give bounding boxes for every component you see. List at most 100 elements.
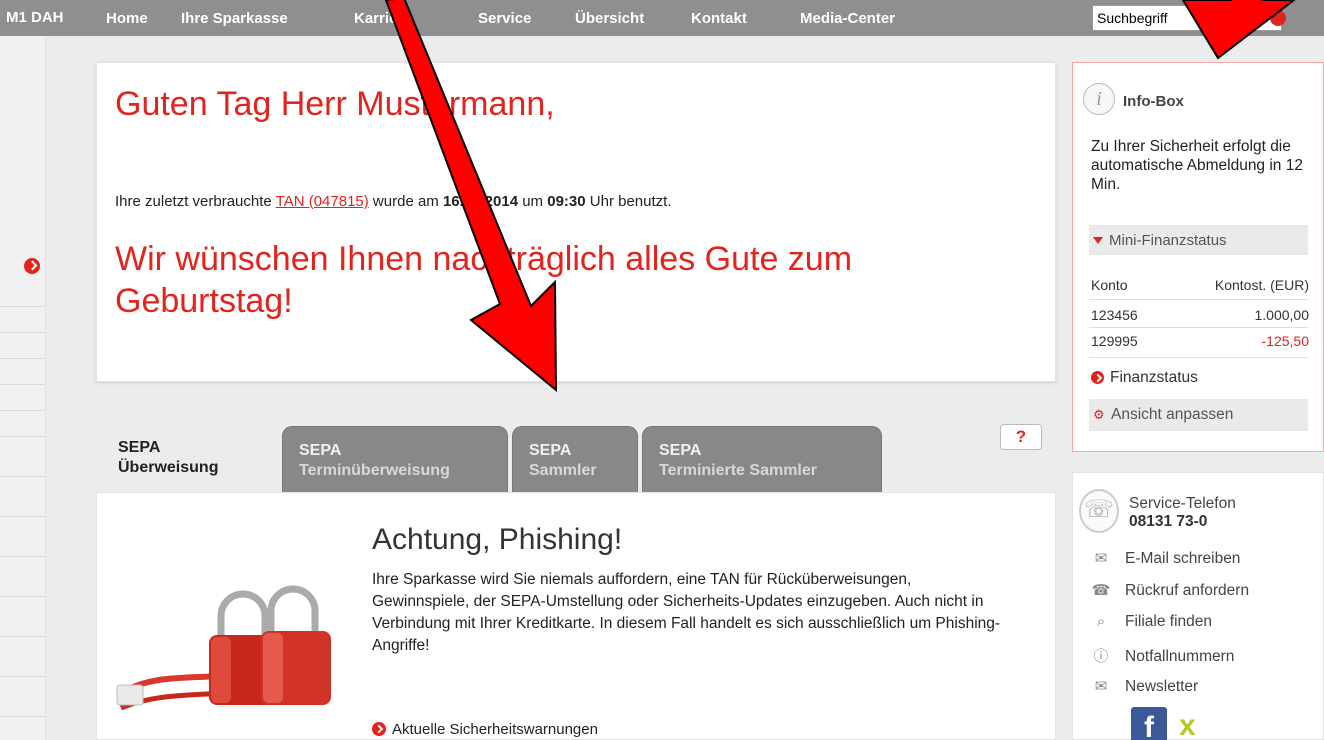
finanzstatus-label: Finanzstatus [1110, 369, 1198, 386]
tan-date: 16.03.2014 [442, 193, 519, 210]
account-number: 123456 [1091, 307, 1138, 323]
col-konto: Konto [1091, 277, 1128, 293]
nav-karriere[interactable]: Karriere [354, 10, 412, 27]
tab-line1: SEPA [118, 439, 161, 456]
tab-line1: SEPA [529, 442, 572, 459]
divider [0, 306, 46, 307]
email-label: E-Mail schreiben [1125, 550, 1241, 567]
tan-text-um: um [518, 193, 548, 210]
security-warnings-label: Aktuelle Sicherheitswarnungen [392, 721, 598, 738]
help-button[interactable]: ? [1000, 424, 1042, 450]
chevron-down-icon [1093, 237, 1103, 244]
search-icon[interactable] [1270, 10, 1286, 26]
account-row[interactable]: 123456 1.000,00 [1091, 307, 1309, 323]
tab-line1: SEPA [659, 442, 702, 459]
divider [0, 332, 46, 333]
finanzstatus-link[interactable]: Finanzstatus [1091, 369, 1198, 387]
divider [0, 384, 46, 385]
greeting-title: Guten Tag Herr Mustermann, [115, 85, 555, 123]
info-icon: i [1083, 83, 1115, 115]
col-kontostand: Kontost. (EUR) [1214, 277, 1309, 293]
mini-finanzstatus-header[interactable]: Mini-Finanzstatus [1089, 225, 1308, 255]
brand-label: M1 DAH [6, 9, 64, 26]
divider [0, 596, 46, 597]
service-phone-label: Service-Telefon [1129, 495, 1236, 512]
nav-ihre-sparkasse[interactable]: Ihre Sparkasse [181, 10, 288, 27]
search-input[interactable] [1092, 5, 1282, 31]
account-balance: 1.000,00 [1254, 307, 1310, 323]
gear-icon: ⚙ [1093, 407, 1105, 422]
divider [0, 436, 46, 437]
tab-sepa-ueberweisung[interactable]: SEPA Überweisung [96, 410, 278, 500]
divider [0, 410, 46, 411]
divider [0, 358, 46, 359]
tab-line2: Überweisung [118, 459, 219, 476]
callback-label: Rückruf anfordern [1125, 582, 1250, 599]
tab-sepa-sammler[interactable]: SEPA Sammler [512, 426, 638, 492]
email-link[interactable]: ✉ E-Mail schreiben [1091, 549, 1241, 568]
tab-line2: Terminüberweisung [299, 462, 450, 479]
tan-time: 09:30 [547, 193, 586, 210]
callback-icon: ☎ [1091, 582, 1111, 599]
newsletter-label: Newsletter [1125, 678, 1199, 695]
divider [0, 476, 46, 477]
divider [0, 716, 46, 717]
divider [1089, 357, 1308, 358]
top-navigation: M1 DAH Home Ihre Sparkasse Karriere Serv… [0, 0, 1324, 36]
tan-link[interactable]: TAN (047815) [276, 193, 369, 210]
tab-sepa-terminierte-sammler[interactable]: SEPA Terminierte Sammler [642, 426, 882, 492]
newsletter-icon: ✉ [1094, 678, 1108, 695]
nav-kontakt[interactable]: Kontakt [691, 10, 747, 27]
divider [0, 516, 46, 517]
divider [1089, 299, 1308, 300]
phishing-text: Ihre Sparkasse wird Sie niemals aufforde… [372, 571, 1001, 654]
divider [1089, 327, 1308, 328]
divider [0, 556, 46, 557]
service-box: ☏ Service-Telefon 08131 73-0 ✉ E-Mail sch… [1072, 472, 1324, 740]
magnifier-icon: ⌕ [1096, 613, 1106, 630]
emergency-numbers-link[interactable]: ⓘ Notfallnummern [1091, 645, 1234, 666]
branch-finder-link[interactable]: ⌕ Filiale finden [1091, 613, 1212, 631]
mail-icon: ✉ [1094, 550, 1108, 567]
phone-icon: ☏ [1079, 489, 1119, 533]
facebook-icon[interactable]: f [1131, 707, 1167, 740]
ansicht-anpassen-button[interactable]: ⚙ Ansicht anpassen [1089, 399, 1308, 431]
divider [0, 636, 46, 637]
arrow-right-icon [1091, 371, 1104, 384]
newsletter-link[interactable]: ✉ Newsletter [1091, 677, 1199, 696]
callback-link[interactable]: ☎ Rückruf anfordern [1091, 581, 1249, 600]
tab-sepa-terminueberweisung[interactable]: SEPA Terminüberweisung [282, 426, 508, 492]
phishing-title: Achtung, Phishing! [372, 523, 623, 556]
nav-media-center[interactable]: Media-Center [800, 10, 895, 27]
account-row[interactable]: 129995 -125,50 [1091, 333, 1309, 349]
arrow-right-icon[interactable] [24, 258, 40, 274]
branch-finder-label: Filiale finden [1125, 613, 1213, 630]
birthday-message: Wir wünschen Ihnen nachträglich alles Gu… [115, 240, 853, 320]
emergency-numbers-label: Notfallnummern [1125, 648, 1235, 665]
divider [0, 676, 46, 677]
tab-line2: Sammler [529, 462, 597, 479]
mini-finanzstatus-title: Mini-Finanzstatus [1109, 232, 1227, 249]
tan-text-suffix: Uhr benutzt. [585, 193, 672, 210]
banking-page: M1 DAH Home Ihre Sparkasse Karriere Serv… [0, 0, 1324, 740]
xing-icon[interactable]: x [1179, 709, 1196, 740]
nav-service[interactable]: Service [478, 10, 531, 27]
info-box-title: Info-Box [1123, 93, 1184, 110]
arrow-right-icon [372, 722, 386, 736]
nav-uebersicht[interactable]: Übersicht [575, 10, 644, 27]
service-phone-number: 08131 73-0 [1129, 513, 1208, 530]
greeting-panel: Guten Tag Herr Mustermann, Ihre zuletzt … [96, 62, 1056, 382]
emergency-icon: ⓘ [1093, 648, 1109, 665]
mini-table-header: Konto Kontost. (EUR) [1091, 277, 1309, 293]
tab-line2: Terminierte Sammler [659, 462, 817, 479]
info-box: i Info-Box Zu Ihrer Sicherheit erfolgt d… [1072, 62, 1324, 452]
security-warnings-link[interactable]: Aktuelle Sicherheitswarnungen [372, 721, 598, 738]
last-tan-notice: Ihre zuletzt verbrauchte TAN (047815) wu… [115, 193, 672, 210]
left-sidebar [0, 36, 46, 740]
phishing-warning-panel: Achtung, Phishing! Ihre Sparkasse wird S… [96, 492, 1056, 740]
account-number: 129995 [1091, 333, 1138, 349]
lock-icon [111, 543, 347, 740]
logout-notice: Zu Ihrer Sicherheit erfolgt die automati… [1091, 138, 1303, 193]
tan-text-prefix: Ihre zuletzt verbrauchte [115, 193, 276, 210]
nav-home[interactable]: Home [106, 10, 148, 27]
